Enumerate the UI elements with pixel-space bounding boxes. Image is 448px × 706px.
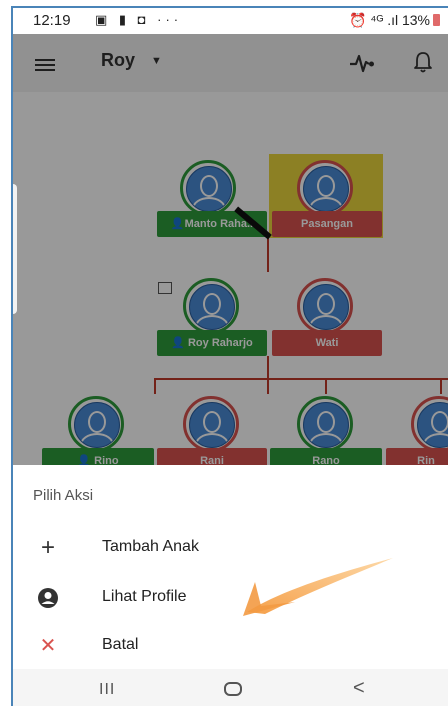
- back-icon[interactable]: <: [353, 677, 365, 700]
- phone-screen: 12:19 ▣ ▮ ◘ ··· ⏰ ⁴ᴳ .ıl 13% Roy ▼ 👤Mant…: [11, 6, 448, 706]
- status-right-icons: ⏰ ⁴ᴳ .ıl 13%: [349, 12, 440, 29]
- action-label: Tambah Anak: [102, 538, 199, 555]
- close-icon: ✕: [39, 635, 57, 657]
- pointer-arrow-annotation: [243, 558, 393, 616]
- status-bar: 12:19 ▣ ▮ ◘ ··· ⏰ ⁴ᴳ .ıl 13%: [13, 8, 448, 34]
- battery-icon: [433, 14, 440, 26]
- sheet-title: Pilih Aksi: [33, 487, 94, 504]
- modal-scrim[interactable]: [13, 34, 448, 465]
- action-cancel[interactable]: ✕ Batal: [13, 623, 448, 667]
- plus-icon: +: [40, 534, 55, 561]
- system-nav-bar: III <: [13, 669, 448, 706]
- status-right-text: ⏰ ⁴ᴳ .ıl 13%: [349, 12, 430, 28]
- recent-apps-icon[interactable]: III: [99, 681, 115, 699]
- account-circle-icon: [38, 588, 58, 608]
- home-icon[interactable]: [224, 682, 242, 696]
- action-label: Batal: [102, 636, 139, 653]
- status-time: 12:19: [33, 12, 71, 29]
- notification-icons: ▣ ▮ ◘ ···: [95, 12, 183, 27]
- drawer-handle[interactable]: [13, 184, 17, 314]
- action-label: Lihat Profile: [102, 588, 187, 605]
